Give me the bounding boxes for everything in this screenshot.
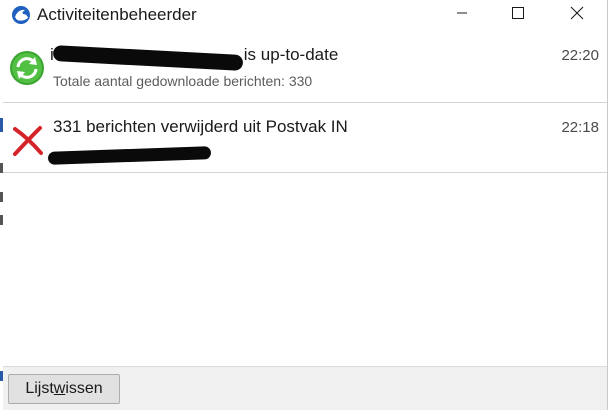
clear-list-accelerator: w xyxy=(53,380,66,397)
activity-item[interactable]: 331 berichten verwijderd uit Postvak IN … xyxy=(3,103,607,173)
activity-title: 331 berichten verwijderd uit Postvak IN xyxy=(53,117,348,136)
close-button[interactable] xyxy=(554,0,600,30)
maximize-icon xyxy=(512,6,524,24)
window-title: Activiteitenbeheerder xyxy=(37,5,197,24)
clear-list-label-end: issen xyxy=(65,380,103,397)
activity-list[interactable]: i is up-to-date Totale aantal gedownloade… xyxy=(3,30,607,366)
minimize-button[interactable] xyxy=(439,0,485,30)
close-icon xyxy=(570,6,584,25)
activity-manager-window: Activiteitenbeheerder i is up-to-date To… xyxy=(3,0,608,410)
error-x-icon xyxy=(11,123,45,157)
clear-list-label-start: Lijst xyxy=(25,380,54,397)
footer-bar: Lijst w issen xyxy=(3,366,607,410)
activity-time: 22:20 xyxy=(561,47,599,64)
redaction-mark xyxy=(47,146,212,165)
thunderbird-icon xyxy=(11,5,31,25)
maximize-button[interactable] xyxy=(495,0,541,30)
activity-subtitle: Totale aantal gedownloade berichten: 330 xyxy=(53,73,313,89)
sync-complete-icon xyxy=(9,50,45,86)
activity-title-suffix: is up-to-date xyxy=(243,45,339,64)
clear-list-button[interactable]: Lijst w issen xyxy=(8,374,120,404)
activity-time: 22:18 xyxy=(561,119,599,136)
activity-item[interactable]: i is up-to-date Totale aantal gedownloade… xyxy=(3,30,607,103)
title-bar[interactable]: Activiteitenbeheerder xyxy=(3,0,607,30)
minimize-icon xyxy=(456,6,468,24)
